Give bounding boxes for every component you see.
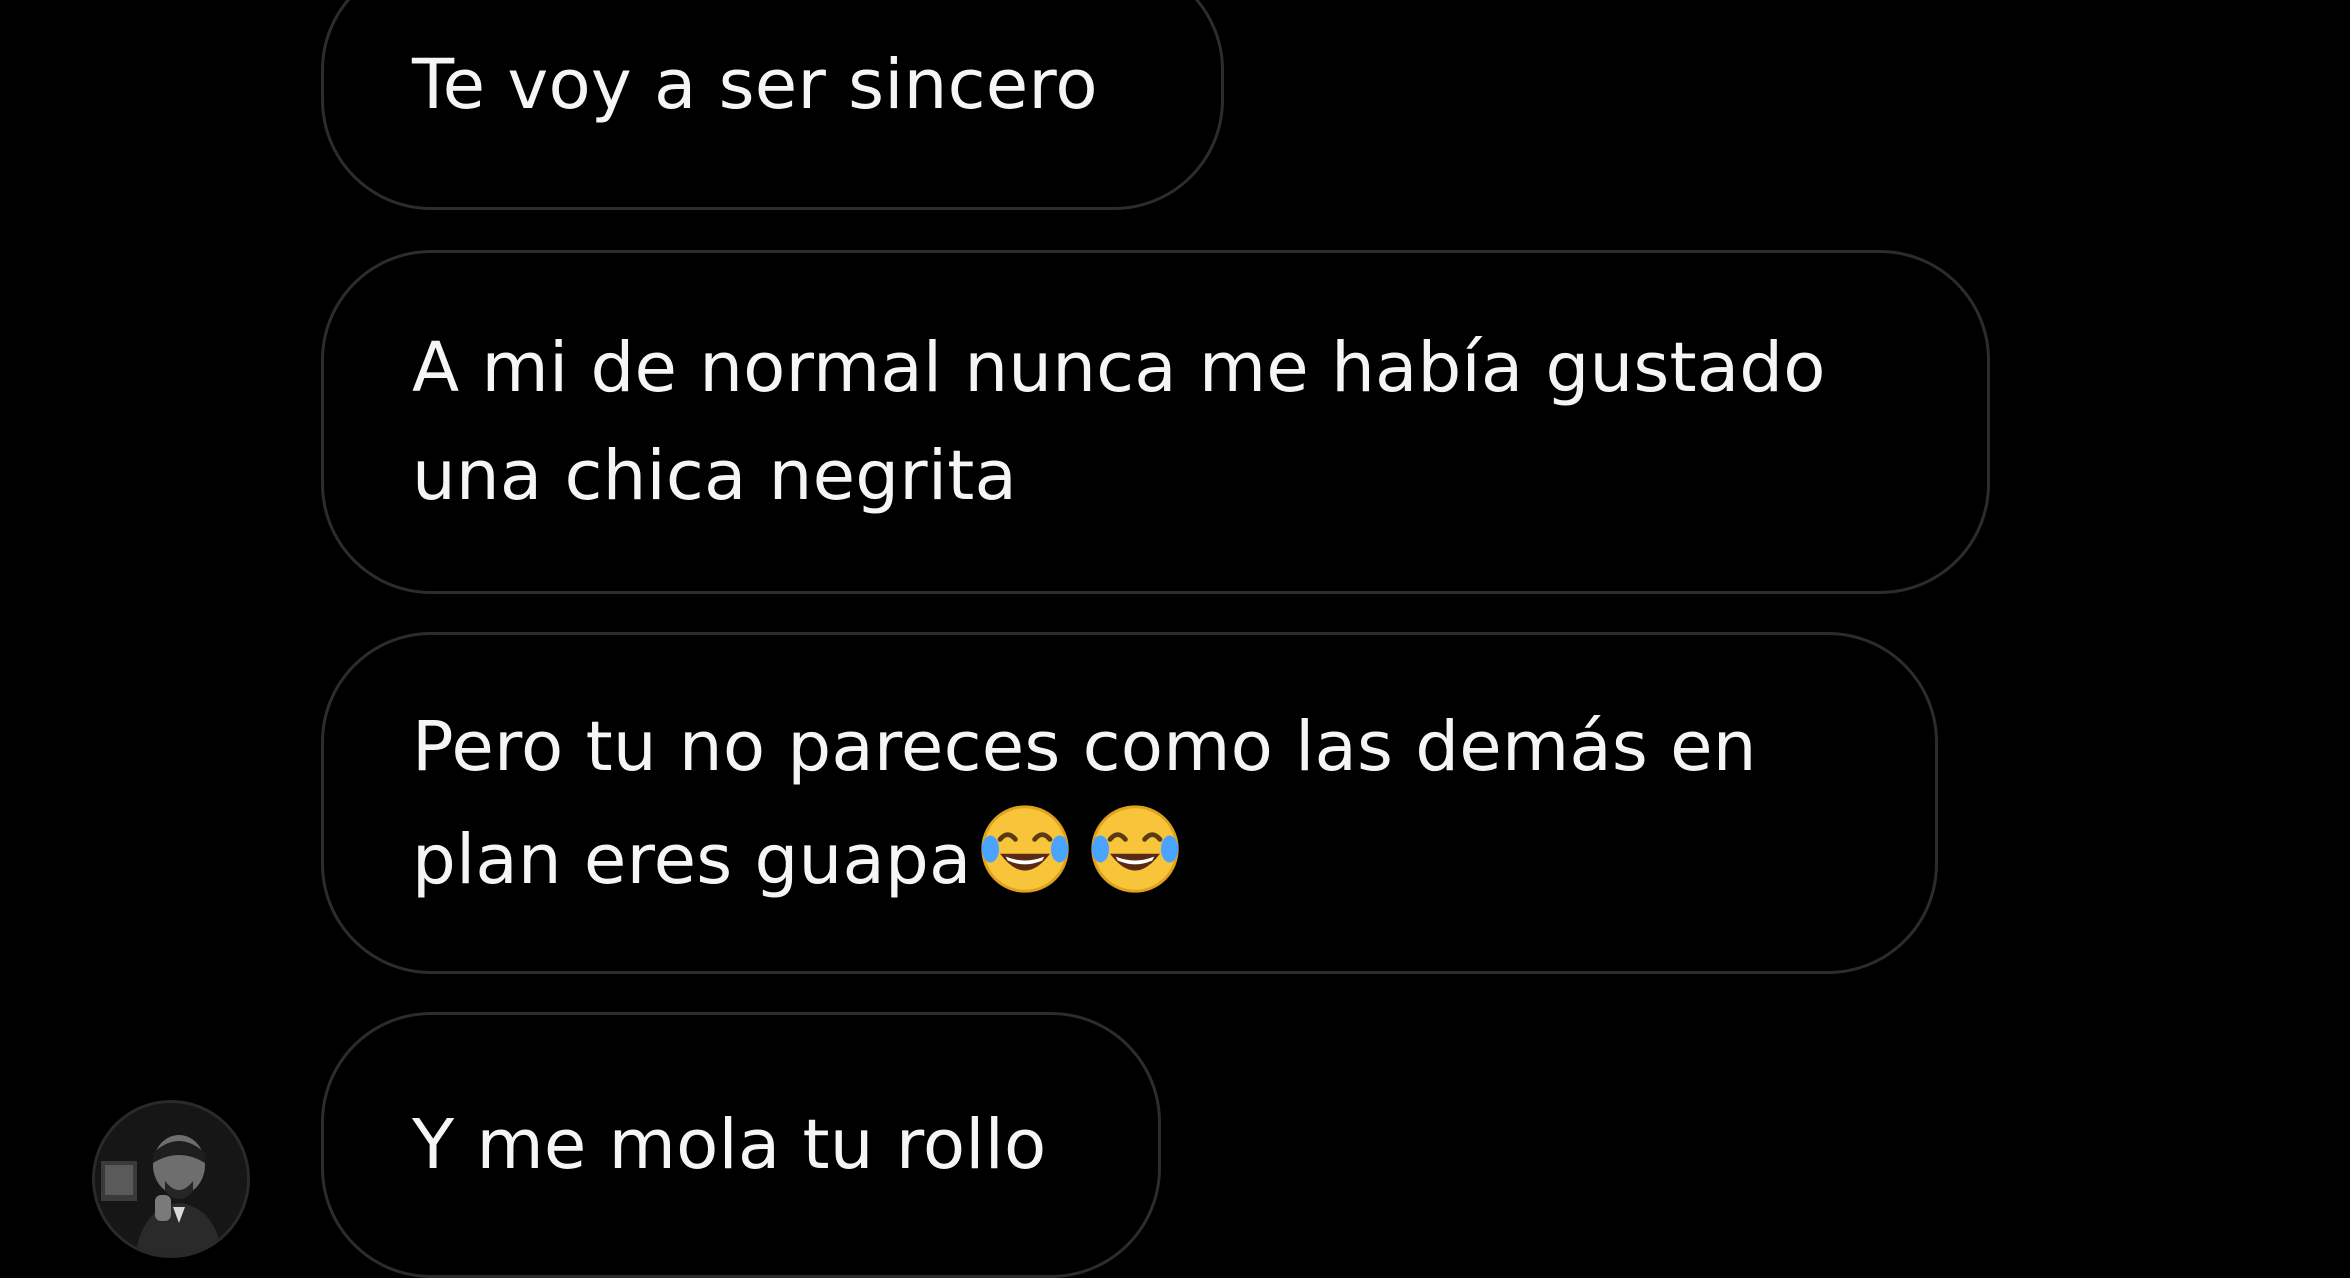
message-bubble[interactable]: A mi de normal nunca me había gustado un…	[321, 250, 1990, 594]
message-text-content: Pero tu no pareces como las demás en pla…	[412, 706, 1757, 900]
profile-photo-icon	[95, 1103, 247, 1255]
face-with-tears-of-joy-icon	[1091, 804, 1180, 893]
message-text: Te voy a ser sincero	[412, 45, 1098, 125]
message-bubble[interactable]: Te voy a ser sincero	[321, 0, 1224, 210]
face-with-tears-of-joy-icon	[981, 804, 1070, 893]
message-text: A mi de normal nunca me había gustado un…	[412, 328, 1826, 516]
message-thread: Te voy a ser sincero A mi de normal nunc…	[0, 0, 2350, 1278]
avatar[interactable]	[92, 1100, 250, 1258]
message-bubble[interactable]: Pero tu no pareces como las demás en pla…	[321, 632, 1938, 974]
message-bubble[interactable]: Y me mola tu rollo	[321, 1012, 1161, 1278]
message-text: Y me mola tu rollo	[412, 1105, 1047, 1185]
message-text: Pero tu no pareces como las demás en pla…	[412, 693, 1757, 914]
